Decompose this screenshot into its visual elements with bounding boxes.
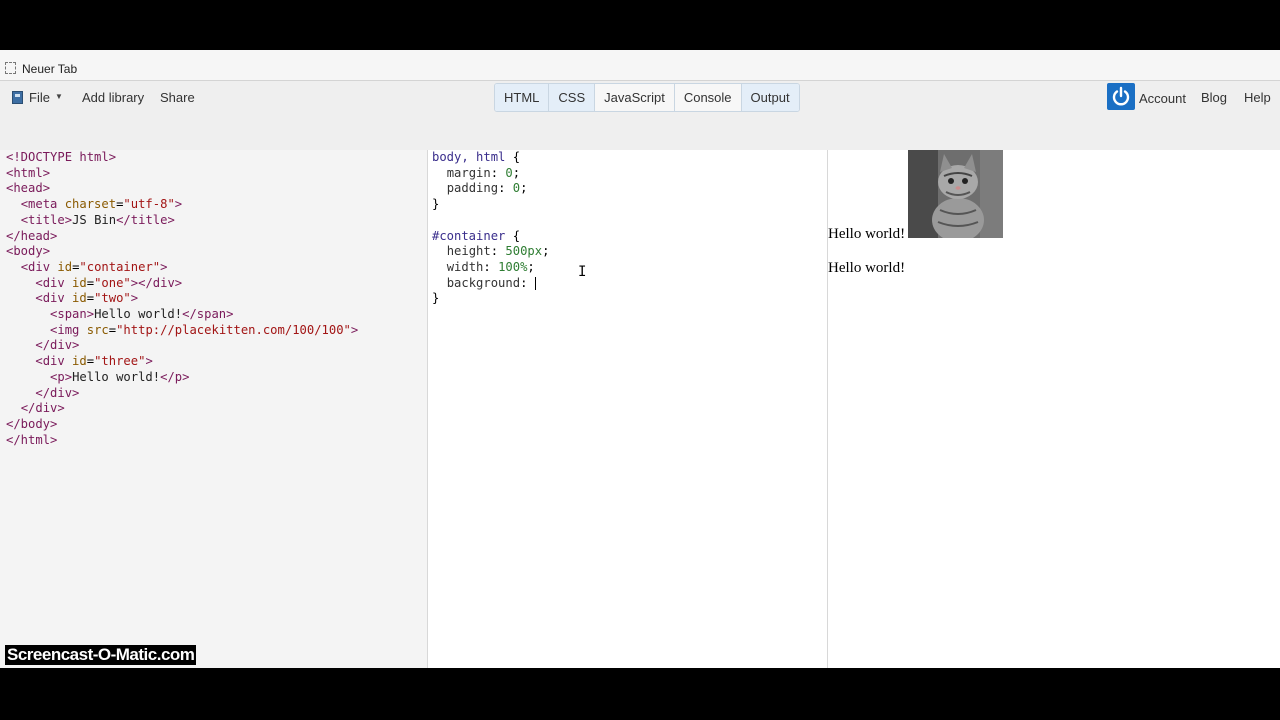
tab-output[interactable]: Output [741, 84, 799, 111]
text-cursor-icon: I [578, 264, 587, 280]
account-link[interactable]: Account [1139, 91, 1186, 106]
tab-javascript[interactable]: JavaScript [595, 84, 675, 111]
file-menu-button[interactable]: File [29, 90, 50, 105]
chevron-down-icon[interactable]: ▼ [55, 92, 63, 101]
browser-chrome [0, 50, 1280, 58]
html-editor[interactable]: <!DOCTYPE html> <html> <head> <meta char… [0, 150, 428, 668]
browser-tab-title[interactable]: Neuer Tab [22, 62, 77, 76]
css-code[interactable]: body, html { margin: 0; padding: 0; } #c… [432, 150, 549, 307]
power-icon[interactable] [1107, 83, 1135, 110]
tab-console[interactable]: Console [675, 84, 742, 111]
output-span-text: Hello world! [828, 226, 906, 242]
help-link[interactable]: Help [1244, 90, 1271, 105]
panel-toggle-group: HTML CSS JavaScript Console Output [494, 83, 800, 112]
share-button[interactable]: Share [160, 90, 195, 105]
add-library-button[interactable]: Add library [82, 90, 144, 105]
browser-window: Neuer Tab File ▼ Add library Share HTML … [0, 50, 1280, 668]
text-caret [534, 276, 536, 290]
output-paragraph-text: Hello world! [828, 260, 906, 276]
page-icon [5, 62, 16, 74]
jsbin-toolbar: File ▼ Add library Share HTML CSS JavaSc… [0, 81, 1280, 151]
html-code[interactable]: <!DOCTYPE html> <html> <head> <meta char… [6, 150, 358, 448]
output-pane: Hello world! Hello world! [828, 150, 1280, 668]
watermark: Screencast-O-Matic.com [5, 645, 197, 665]
tab-css[interactable]: CSS [549, 84, 596, 111]
css-editor[interactable]: body, html { margin: 0; padding: 0; } #c… [428, 150, 828, 668]
file-icon[interactable] [12, 91, 23, 104]
blog-link[interactable]: Blog [1201, 90, 1227, 105]
browser-tab-bar: Neuer Tab [0, 58, 1280, 81]
kitten-image [908, 150, 1003, 238]
tab-html[interactable]: HTML [495, 84, 550, 111]
